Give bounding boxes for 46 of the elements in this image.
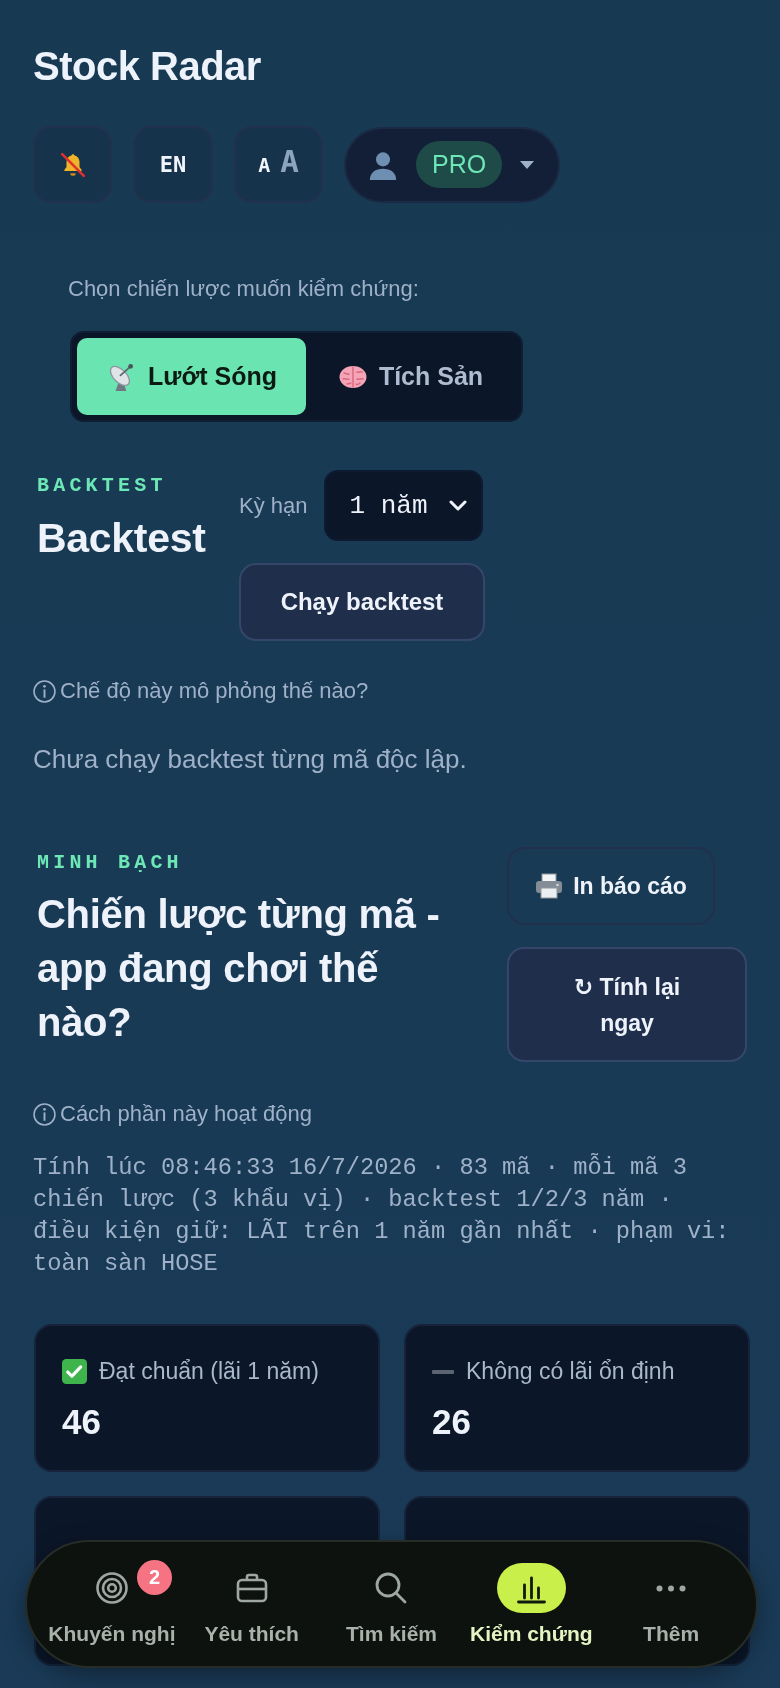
search-icon [374,1571,409,1605]
brain-icon [338,364,367,389]
caret-icon [520,160,535,169]
nav-tab[interactable]: Yêu thích [181,1542,322,1666]
more-icon [656,1584,687,1592]
briefcase-icon [234,1573,269,1603]
app-title: Stock Radar [33,43,261,90]
person-icon [368,149,398,180]
stat-label: Đạt chuẩn (lãi 1 năm) [99,1358,319,1385]
stat-value: 26 [432,1401,471,1443]
info-icon [33,679,56,703]
notifications-button[interactable] [33,126,112,203]
run-backtest-button[interactable]: Chạy backtest [239,563,485,641]
target-icon [94,1571,129,1605]
section-eyebrow: BACKTEST [37,474,167,498]
nav-tab[interactable]: Kiểm chứng [461,1542,602,1666]
section-eyebrow: MINH BẠCH [37,851,183,875]
period-label: Kỳ hạn [239,492,308,519]
print-report-button[interactable]: In báo cáo [507,847,715,925]
period-select[interactable]: 1 năm [323,470,483,541]
stat-label: Không có lãi ổn định [466,1358,675,1385]
strategy-tab[interactable]: Lướt Sóng [77,338,306,415]
backtest-status: Chưa chạy backtest từng mã độc lập. [33,743,467,775]
dash-icon [432,1369,454,1374]
profile-menu-button[interactable]: PRO [344,126,561,203]
printer-icon [535,873,564,899]
recalculate-button[interactable]: ↻ Tính lại ngay [507,947,747,1062]
bar-chart-icon [496,1563,566,1613]
section-title: Chiến lược từng mã - app đang chơi thế nào? [37,891,441,1046]
notification-badge: 2 [137,1560,172,1595]
help-link[interactable]: Chế độ này mô phỏng thế nào? [33,677,369,705]
strategy-prompt: Chọn chiến lược muốn kiểm chứng: [68,275,420,303]
chevron-down-icon [448,500,467,511]
font-size-button[interactable]: A A [234,126,323,203]
language-button[interactable]: EN [133,126,213,203]
stat-value: 46 [62,1401,101,1443]
nav-tab[interactable]: Khuyến nghị 2 [42,1542,182,1666]
calculation-summary: Tính lúc 08:46:33 16/7/2026 · 83 mã · mỗi mã 3 chiến lược (3 khẩu vị) · backtest 1/2/3 năm · điều kiện giữ: LÃI trên 1 năm gần nhất · phạm vi: toàn sàn HOSE [33,1152,731,1279]
nav-tab[interactable]: Tìm kiếm [321,1542,462,1666]
section-title: Backtest [37,514,206,562]
nav-tab[interactable]: Thêm [601,1542,741,1666]
info-icon [33,1102,56,1126]
help-link[interactable]: Cách phần này hoạt động [33,1100,312,1128]
plan-badge: PRO [416,141,503,188]
strategy-tab[interactable]: Tích Sản [306,338,516,415]
check-box-icon [62,1359,87,1384]
